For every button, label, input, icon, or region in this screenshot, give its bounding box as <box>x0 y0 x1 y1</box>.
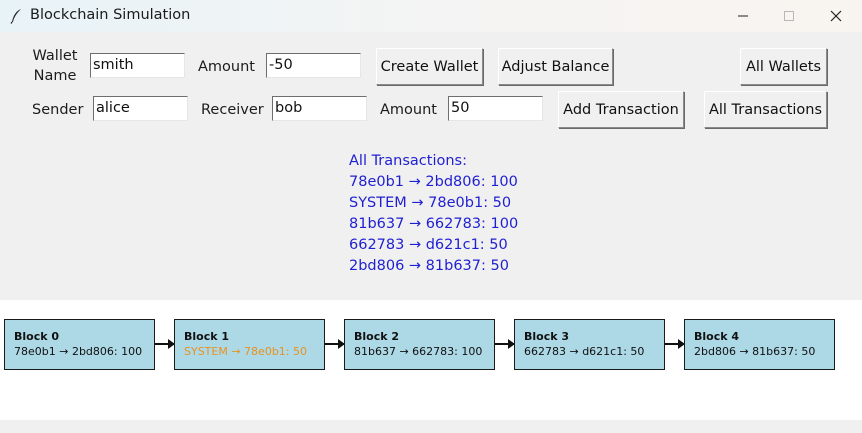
all-transactions-button[interactable]: All Transactions <box>704 91 827 128</box>
chain-arrow <box>155 339 175 349</box>
block-title: Block 3 <box>524 330 570 343</box>
output-line: 78e0b1 → 2bd806: 100 <box>349 174 518 190</box>
output-line: 662783 → d621c1: 50 <box>349 237 508 253</box>
block-0: Block 0 78e0b1 → 2bd806: 100 <box>4 319 155 370</box>
blockchain-canvas: Block 0 78e0b1 → 2bd806: 100 Block 1 SYS… <box>0 300 862 420</box>
transaction-amount-label: Amount <box>380 102 437 118</box>
window-title: Blockchain Simulation <box>30 7 191 23</box>
block-title: Block 4 <box>694 330 740 343</box>
maximize-icon <box>783 7 795 26</box>
transaction-amount-input[interactable]: 50 <box>448 96 543 121</box>
title-bar[interactable]: Blockchain Simulation <box>0 0 862 32</box>
adjust-balance-button[interactable]: Adjust Balance <box>498 48 613 85</box>
chain-arrow <box>325 339 345 349</box>
minimize-button[interactable] <box>720 0 766 32</box>
block-4: Block 4 2bd806 → 81b637: 50 <box>684 319 835 370</box>
output-line: SYSTEM → 78e0b1: 50 <box>349 195 512 211</box>
create-wallet-button[interactable]: Create Wallet <box>376 48 483 85</box>
output-line: 81b637 → 662783: 100 <box>349 216 519 232</box>
receiver-label: Receiver <box>201 102 264 118</box>
wallet-name-input[interactable]: smith <box>90 53 185 78</box>
block-transaction: 2bd806 → 81b637: 50 <box>694 345 816 358</box>
app-window: Blockchain Simulation Wallet Name smith … <box>0 0 862 433</box>
block-transaction: 662783 → d621c1: 50 <box>524 345 645 358</box>
sender-label: Sender <box>32 102 84 118</box>
block-2: Block 2 81b637 → 662783: 100 <box>344 319 495 370</box>
sender-input[interactable]: alice <box>93 96 188 121</box>
maximize-button[interactable] <box>766 0 812 32</box>
receiver-input[interactable]: bob <box>272 96 367 121</box>
block-3: Block 3 662783 → d621c1: 50 <box>514 319 665 370</box>
all-wallets-button[interactable]: All Wallets <box>740 48 827 85</box>
chain-arrow <box>665 339 685 349</box>
minimize-icon <box>737 7 749 26</box>
wallet-name-label: Wallet Name <box>32 48 78 84</box>
wallet-amount-label: Amount <box>198 59 255 75</box>
block-transaction: 78e0b1 → 2bd806: 100 <box>14 345 143 358</box>
block-title: Block 0 <box>14 330 60 343</box>
transactions-output: All Transactions: 78e0b1 → 2bd806: 100 S… <box>349 151 518 277</box>
block-transaction: 81b637 → 662783: 100 <box>354 345 483 358</box>
add-transaction-button[interactable]: Add Transaction <box>558 91 684 128</box>
wallet-amount-input[interactable]: -50 <box>266 53 361 78</box>
output-line: 2bd806 → 81b637: 50 <box>349 258 509 274</box>
close-button[interactable] <box>813 0 859 32</box>
feather-icon <box>10 8 24 24</box>
close-icon <box>830 7 842 26</box>
window-bottom-edge <box>0 420 862 433</box>
block-title: Block 2 <box>354 330 400 343</box>
output-heading: All Transactions: <box>349 153 467 169</box>
chain-arrow <box>495 339 515 349</box>
block-title: Block 1 <box>184 330 230 343</box>
block-transaction-reward: SYSTEM → 78e0b1: 50 <box>184 345 307 358</box>
block-1: Block 1 SYSTEM → 78e0b1: 50 <box>174 319 325 370</box>
